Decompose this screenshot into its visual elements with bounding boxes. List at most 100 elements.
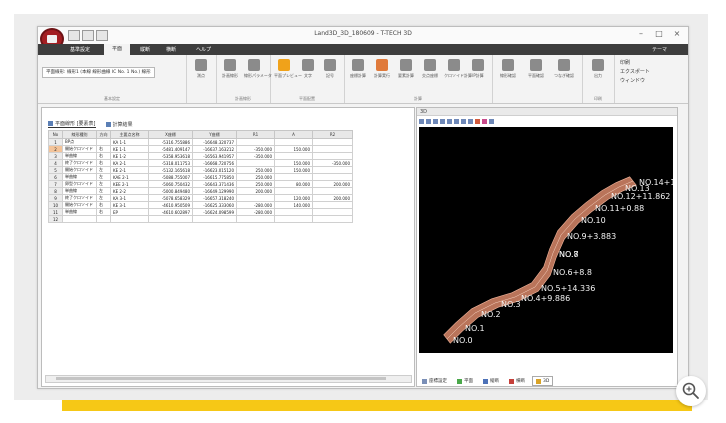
plan-preview-button[interactable]: 平面プレビュー [274, 59, 302, 79]
table-cell[interactable]: 右 [96, 145, 111, 153]
table-cell[interactable]: 右 [96, 159, 111, 167]
join-check-button[interactable]: つなぎ確認 [554, 59, 574, 79]
table-cell[interactable]: 150.000 [274, 159, 313, 167]
table-row[interactable]: 5 開始クロソイド左 KE 2-1 -5132.165618 -16623.015120… [48, 166, 353, 174]
view-front-icon[interactable] [461, 118, 466, 124]
table-cell[interactable]: 開始クロソイド [62, 166, 97, 174]
table-row[interactable]: 2 開始クロソイド右 KE 1-1 -5481.409147 -16637.163212… [48, 145, 353, 153]
table-row[interactable]: 1 BP点 KA 1-1 -5316.755886 -16648.320737 [48, 138, 353, 146]
table-cell[interactable] [274, 208, 313, 216]
plan-check-button[interactable]: 平面確認 [526, 59, 546, 79]
table-cell[interactable]: 開始クロソイド [62, 201, 97, 209]
table-cell[interactable]: 3 [48, 152, 63, 160]
table-cell[interactable]: 終了クロソイド [62, 159, 97, 167]
table-cell[interactable]: 開始クロソイド [62, 145, 97, 153]
table-cell[interactable]: -16648.320737 [192, 138, 237, 146]
table-row[interactable]: 7 卵型クロソイド左 KEE 2-1 -5060.750432 -16643.37143… [48, 180, 353, 188]
alignment-check-button[interactable]: 線形確認 [498, 59, 518, 79]
table-cell[interactable]: KA 1-1 [110, 138, 149, 146]
table-cell[interactable]: 150.000 [274, 145, 313, 153]
table-cell[interactable]: -16637.163212 [192, 145, 237, 153]
table-cell[interactable]: -4610.950509 [148, 201, 193, 209]
table-cell[interactable] [312, 215, 353, 223]
table-cell[interactable]: -280.000 [236, 201, 275, 209]
table-cell[interactable]: KE 3-1 [110, 201, 149, 209]
tab-element-table[interactable]: 平面線形 [要素表] [48, 120, 96, 128]
table-cell[interactable]: 左 [96, 166, 111, 174]
table-cell[interactable]: -5358.953618 [148, 152, 193, 160]
table-cell[interactable]: 右 [96, 201, 111, 209]
horizontal-scrollbar[interactable] [45, 375, 412, 383]
col-header[interactable]: R1 [236, 130, 275, 139]
table-cell[interactable] [274, 173, 313, 181]
table-cell[interactable]: -4610.602897 [148, 208, 193, 216]
table-row[interactable]: 6 単曲線左 KAE 2-1 -5088.755007 -16615.775850 250… [48, 173, 353, 181]
intersection-button[interactable]: 交点座標 [420, 59, 440, 79]
table-cell[interactable]: 9 [48, 194, 63, 202]
close-button[interactable]: × [670, 29, 684, 38]
menu-help[interactable]: ヘルプ [196, 46, 211, 53]
symbol-button[interactable]: 記号 [320, 59, 340, 79]
table-cell[interactable]: 140.000 [274, 201, 313, 209]
table-cell[interactable]: -5316.755886 [148, 138, 193, 146]
table-cell[interactable] [148, 215, 193, 223]
table-cell[interactable]: -16615.775850 [192, 173, 237, 181]
table-cell[interactable]: -5132.165618 [148, 166, 193, 174]
table-cell[interactable]: 左 [96, 180, 111, 188]
table-cell[interactable]: 250.000 [236, 173, 275, 181]
station-button[interactable]: 測点 [191, 59, 211, 79]
tab-profile[interactable]: 縦断 [480, 377, 502, 385]
output-button[interactable]: 出力 [588, 59, 608, 79]
table-cell[interactable] [236, 215, 275, 223]
table-cell[interactable]: 6 [48, 173, 63, 181]
table-cell[interactable]: KA 3-1 [110, 194, 149, 202]
element-calc-button[interactable]: 要素計算 [396, 59, 416, 79]
table-cell[interactable]: KE 1-1 [110, 145, 149, 153]
table-cell[interactable]: -350.000 [236, 145, 275, 153]
run-calc-button[interactable]: 計算実行 [372, 59, 392, 79]
table-cell[interactable] [236, 159, 275, 167]
print-menu[interactable]: 印刷 [620, 59, 650, 68]
table-cell[interactable] [96, 215, 111, 223]
magnifier-plus-icon[interactable] [676, 376, 706, 406]
table-cell[interactable]: 単曲線 [62, 208, 97, 216]
table-cell[interactable]: 4 [48, 159, 63, 167]
tab-calc-result[interactable]: 計算結果 [105, 120, 133, 128]
table-cell[interactable]: 200.000 [236, 187, 275, 195]
table-cell[interactable]: 右 [96, 208, 111, 216]
coord-calc-button[interactable]: 座標計算 [348, 59, 368, 79]
table-cell[interactable]: KA 2-1 [110, 159, 149, 167]
col-header[interactable]: X座標 [148, 130, 193, 139]
view-top-icon[interactable] [454, 118, 459, 124]
table-cell[interactable]: -16625.333060 [192, 201, 237, 209]
table-cell[interactable] [192, 215, 237, 223]
table-cell[interactable]: -5318.011753 [148, 159, 193, 167]
table-cell[interactable]: 250.000 [236, 180, 275, 188]
table-cell[interactable]: 1 [48, 138, 63, 146]
table-cell[interactable]: -16657.318240 [192, 194, 237, 202]
tab-3d[interactable]: 3D [532, 376, 554, 386]
col-header[interactable]: 線形種別 [62, 130, 97, 139]
table-cell[interactable]: KEE 2-1 [110, 180, 149, 188]
table-cell[interactable]: EP [110, 208, 149, 216]
table-cell[interactable]: 単曲線 [62, 152, 97, 160]
table-cell[interactable]: BP点 [62, 138, 97, 146]
plan-alignment-button[interactable]: 計画線形 [220, 59, 240, 79]
table-cell[interactable]: 卵型クロソイド [62, 180, 97, 188]
export-menu[interactable]: エクスポート [620, 68, 650, 77]
table-cell[interactable] [110, 215, 149, 223]
tab-coord[interactable]: 座標設定 [419, 377, 450, 385]
table-cell[interactable]: -5088.755007 [148, 173, 193, 181]
menu-kijun[interactable]: 基準設定 [70, 46, 90, 53]
table-cell[interactable]: -5060.750432 [148, 180, 193, 188]
table-cell[interactable] [274, 215, 313, 223]
table-cell[interactable]: 80.000 [274, 180, 313, 188]
view3d-canvas[interactable]: NO.0 NO.1 NO.2NO.3NO.4+9.886NO.5+14.336 NO.… [419, 127, 673, 353]
table-cell[interactable]: -16649.129990 [192, 187, 237, 195]
table-row[interactable]: 10 開始クロソイド右 KE 3-1 -4610.950509 -16625.33306… [48, 201, 353, 209]
table-cell[interactable]: -16643.371436 [192, 180, 237, 188]
table-cell[interactable]: KE 2-2 [110, 187, 149, 195]
table-cell[interactable]: -16668.720756 [192, 159, 237, 167]
table-cell[interactable] [62, 215, 97, 223]
window-menu[interactable]: ウィンドウ [620, 77, 650, 86]
